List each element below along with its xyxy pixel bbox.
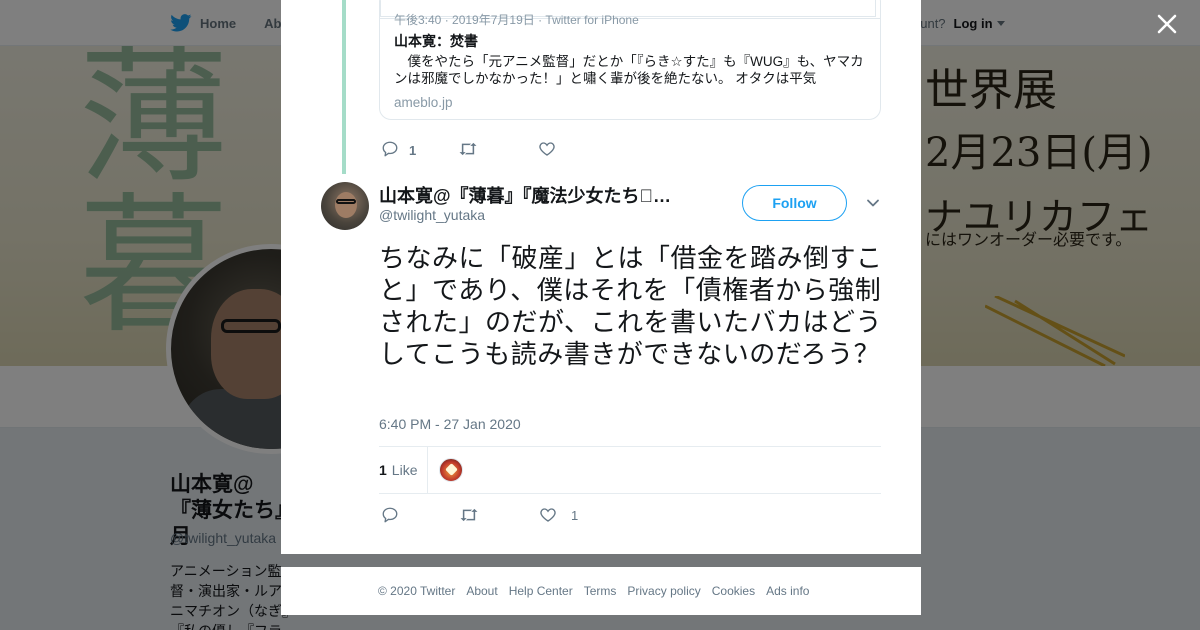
footer-link-help[interactable]: Help Center <box>509 584 573 598</box>
prev-tweet-actions: 1 <box>381 140 556 160</box>
like-action-count: 1 <box>571 507 579 523</box>
like-button[interactable]: 1 <box>539 505 578 525</box>
tweet-author-name[interactable]: 山本寛@『薄暮』『魔法少女たち … <box>379 182 719 208</box>
card-title: 山本寛：焚書 <box>394 33 478 49</box>
modal-footer: © 2020 Twitter About Help Center Terms P… <box>281 567 921 615</box>
card-domain: ameblo.jp <box>394 95 453 110</box>
likes-label: Like <box>391 462 418 478</box>
likes-count: 1 <box>379 462 387 478</box>
footer-link-cookies[interactable]: Cookies <box>712 584 755 598</box>
retweet-icon[interactable] <box>458 140 478 161</box>
retweet-icon[interactable] <box>459 505 479 525</box>
footer-copyright: © 2020 Twitter <box>378 584 456 598</box>
tweet-text: ちなみに「破産」とは「借金を踏み倒すこと」であり、僕はそれを「債権者から強制され… <box>379 243 883 369</box>
footer-link-privacy[interactable]: Privacy policy <box>627 584 700 598</box>
link-preview-card[interactable]: 午後3:40 · 2019年7月19日 · Twitter for iPhone… <box>379 0 881 120</box>
tweet-modal: 午後3:40 · 2019年7月19日 · Twitter for iPhone… <box>281 0 921 554</box>
heart-icon <box>540 508 556 522</box>
reply-icon[interactable] <box>381 505 399 525</box>
likes-stat[interactable]: 1 Like <box>379 447 429 493</box>
quoted-meta: 午後3:40 · 2019年7月19日 · Twitter for iPhone <box>394 13 639 27</box>
tweet-author-handle[interactable]: @twilight_yutaka <box>379 207 485 223</box>
reply-icon[interactable] <box>381 140 399 161</box>
follow-button[interactable]: Follow <box>742 185 847 221</box>
tweet-author-avatar[interactable] <box>321 182 369 230</box>
quoted-tweet-fragment: 午後3:40 · 2019年7月19日 · Twitter for iPhone <box>380 0 880 27</box>
reply-count: 1 <box>409 142 417 158</box>
footer-link-terms[interactable]: Terms <box>584 584 617 598</box>
footer-link-ads[interactable]: Ads info <box>766 584 809 598</box>
heart-icon[interactable] <box>538 140 556 161</box>
chevron-down-icon[interactable] <box>866 196 880 210</box>
close-icon[interactable] <box>1155 12 1179 36</box>
tweet-timestamp[interactable]: 6:40 PM - 27 Jan 2020 <box>379 416 521 432</box>
tweet-stats: 1 Like <box>379 446 881 494</box>
footer-link-about[interactable]: About <box>466 584 497 598</box>
card-description: 僕をやたら「元アニメ監督」だとか「『らき☆すた』も『WUG』も、ヤマカンは邪魔で… <box>394 54 864 86</box>
liker-avatar[interactable] <box>439 458 463 482</box>
thread-connector <box>342 0 346 174</box>
